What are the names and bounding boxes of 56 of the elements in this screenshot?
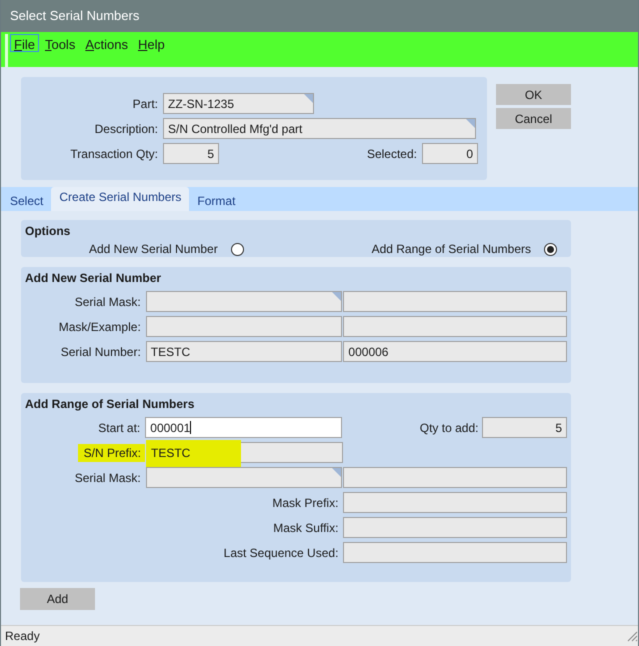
dialog-button[interactable]: Cancel bbox=[496, 108, 571, 129]
corner-flag-icon bbox=[332, 292, 342, 301]
text-field[interactable] bbox=[343, 492, 567, 513]
text-field[interactable]: 000006 bbox=[343, 341, 568, 362]
field-label: Mask/Example: bbox=[58, 318, 142, 336]
text-field[interactable] bbox=[146, 467, 342, 488]
text-field[interactable]: 5 bbox=[482, 417, 567, 438]
field-label: Description: bbox=[94, 120, 159, 138]
text-field[interactable]: 0 bbox=[422, 143, 478, 164]
radio-button[interactable] bbox=[230, 242, 244, 256]
grip-icon bbox=[5, 34, 8, 67]
field-label: Part: bbox=[132, 96, 159, 112]
option-label: Add Range of Serial Numbers bbox=[372, 241, 531, 258]
field-label: Serial Number: bbox=[60, 344, 142, 360]
corner-flag-icon bbox=[466, 119, 475, 128]
field-label: Serial Mask: bbox=[74, 470, 142, 486]
text-field[interactable] bbox=[146, 316, 342, 337]
menu-item[interactable]: Tools bbox=[40, 34, 80, 52]
corner-flag-icon bbox=[332, 468, 342, 477]
field-label: Mask Prefix: bbox=[271, 494, 340, 512]
dialog-button[interactable]: OK bbox=[496, 84, 571, 105]
field-label: Mask Suffix: bbox=[272, 520, 340, 536]
field-label: Transaction Qty: bbox=[69, 146, 159, 162]
text-field[interactable]: 000001 bbox=[145, 417, 342, 438]
tab[interactable]: Create Serial Numbers bbox=[51, 187, 190, 211]
text-field[interactable]: ZZ-SN-1235 bbox=[163, 93, 314, 114]
section-title: Add New Serial Number bbox=[25, 270, 162, 287]
field-label: Last Sequence Used: bbox=[222, 544, 340, 562]
text-field[interactable]: S/N Controlled Mfg'd part bbox=[163, 118, 476, 139]
status-text: Ready bbox=[5, 628, 40, 645]
window-title: Select Serial Numbers bbox=[10, 7, 140, 26]
option-label: Add New Serial Number bbox=[89, 241, 218, 258]
field-label: Qty to add: bbox=[418, 420, 480, 436]
section-title: Add Range of Serial Numbers bbox=[25, 396, 196, 413]
field-label: S/N Prefix: bbox=[78, 444, 145, 462]
resize-grip-icon bbox=[626, 630, 638, 642]
field-label: Start at: bbox=[98, 420, 142, 436]
text-field[interactable]: 5 bbox=[163, 143, 219, 164]
text-field[interactable] bbox=[343, 542, 567, 563]
text-field[interactable] bbox=[343, 517, 567, 538]
menu-item[interactable]: Actions bbox=[81, 34, 132, 52]
section-title: Options bbox=[25, 223, 72, 240]
menu-item[interactable]: Help bbox=[134, 34, 169, 52]
tab[interactable]: Format bbox=[189, 187, 244, 211]
text-field[interactable]: TESTC bbox=[146, 341, 342, 362]
add-button[interactable]: Add bbox=[20, 588, 95, 610]
text-field[interactable] bbox=[343, 316, 568, 337]
text-field[interactable] bbox=[343, 467, 568, 488]
text-field[interactable] bbox=[343, 291, 568, 312]
field-label: Serial Mask: bbox=[74, 294, 142, 310]
tab[interactable]: Select bbox=[2, 187, 52, 211]
corner-flag-icon bbox=[304, 94, 313, 103]
field-label: Selected: bbox=[366, 146, 418, 162]
menu-item[interactable]: File bbox=[10, 34, 39, 52]
radio-button[interactable] bbox=[544, 242, 557, 256]
text-field[interactable] bbox=[146, 291, 342, 312]
